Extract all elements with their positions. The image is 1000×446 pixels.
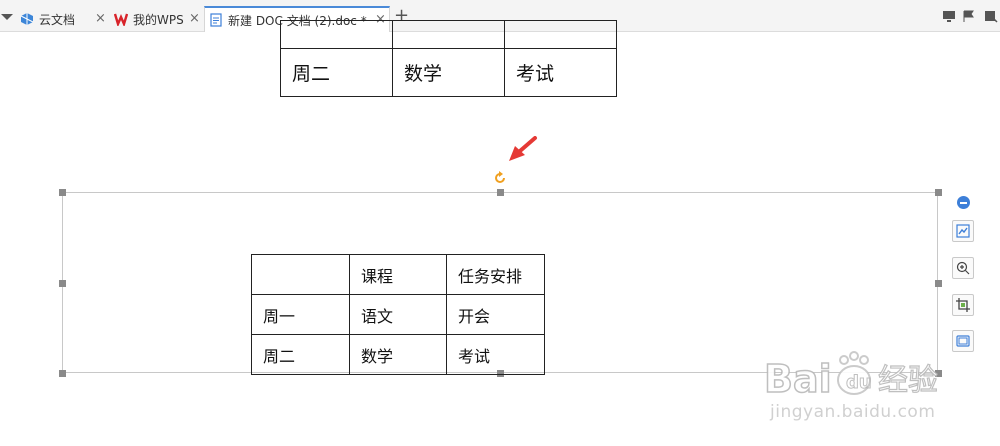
watermark-url: jingyan.baidu.com [770,402,936,422]
table-cell[interactable]: 数学 [349,334,447,375]
table-cell[interactable] [251,254,350,295]
table-row: 课程 任务安排 [251,254,545,295]
frame-icon [956,335,970,347]
resize-handle-top[interactable] [497,189,504,196]
table-cell[interactable]: 考试 [504,48,617,97]
resize-handle-bottom-left[interactable] [59,370,66,377]
resize-handle-left[interactable] [59,280,66,287]
svg-text:经验: 经验 [878,363,938,398]
table-cell[interactable]: 周一 [251,294,350,335]
chart-icon [956,224,970,238]
table-cell[interactable]: 语文 [349,294,447,335]
zoom-icon [956,261,970,275]
resize-handle-top-left[interactable] [59,189,66,196]
rotate-handle-icon[interactable] [493,171,507,185]
table-cell[interactable]: 课程 [349,254,447,295]
table-cell[interactable] [280,20,393,49]
crop-button[interactable] [952,294,974,316]
tab-menu-icon[interactable] [0,8,14,24]
table-row [280,20,617,49]
crop-icon [956,298,970,312]
collapse-toolbar-icon[interactable] [957,196,970,209]
zoom-button[interactable] [952,257,974,279]
tab-my-wps[interactable]: 我的WPS × [114,6,204,32]
svg-text:du: du [846,372,872,393]
resize-handle-right[interactable] [935,280,942,287]
pointer-arrow-icon [509,136,537,161]
resize-handle-top-right[interactable] [935,189,942,196]
table-cell[interactable] [504,20,617,49]
wps-logo-icon [114,13,128,26]
screen-icon[interactable] [942,10,956,23]
table-row: 周二 数学 考试 [251,334,545,375]
cloud-doc-icon [20,13,34,25]
table-cell[interactable]: 任务安排 [446,254,545,295]
table-row: 周一 语文 开会 [251,294,545,335]
table-cell[interactable]: 周二 [280,48,393,97]
table-cell[interactable] [392,20,505,49]
tab-cloud-docs[interactable]: 云文档 × [20,6,114,32]
table-cell[interactable]: 周二 [251,334,350,375]
document-table-main: 课程 任务安排 周一 语文 开会 周二 数学 考试 [251,254,545,375]
table-cell[interactable]: 考试 [446,334,545,375]
table-cell[interactable]: 开会 [446,294,545,335]
svg-text:Bai: Bai [764,357,832,401]
table-cell[interactable]: 数学 [392,48,505,97]
tab-label: 我的WPS [133,12,184,27]
close-icon[interactable]: × [95,12,106,26]
flag-icon[interactable] [962,10,976,23]
document-table-top: 周二 数学 考试 [280,20,617,97]
frame-button[interactable] [952,330,974,352]
table-row: 周二 数学 考试 [280,48,617,97]
tab-label: 云文档 [39,12,76,27]
user-icon[interactable] [984,10,998,23]
document-icon [210,13,222,27]
chart-button[interactable] [952,220,974,242]
close-icon[interactable]: × [189,12,200,26]
